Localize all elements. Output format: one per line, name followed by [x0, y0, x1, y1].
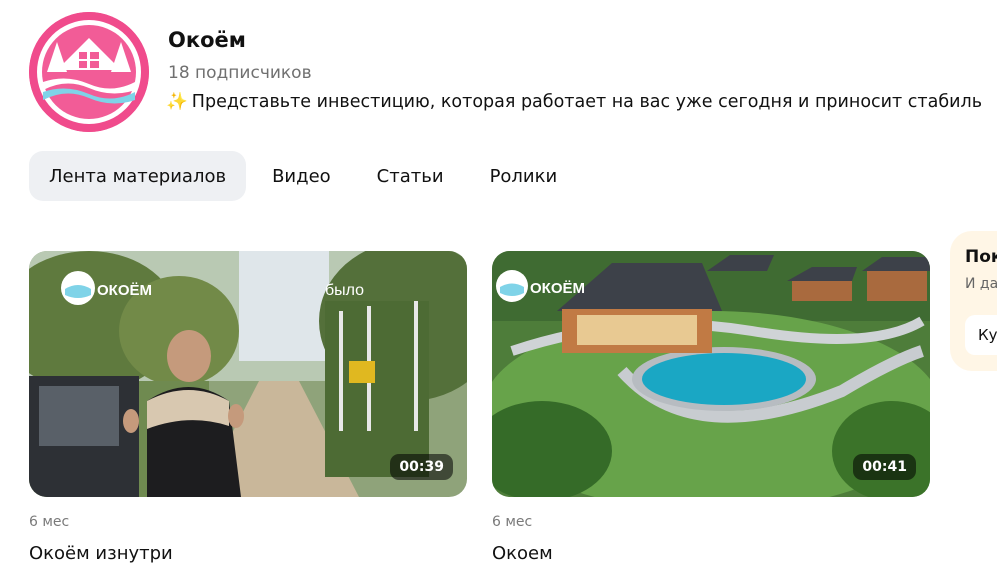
video-thumbnail[interactable]: ОКОЁМ 00:41: [492, 251, 930, 497]
video-title[interactable]: Окоем: [492, 543, 930, 564]
okoem-logo-icon: [29, 12, 149, 132]
video-duration: 00:41: [853, 454, 916, 480]
video-card[interactable]: ОКОЁМ было 00:39 6 мес Окоём изнутри: [29, 251, 467, 564]
video-age: 6 мес: [29, 514, 70, 530]
channel-avatar[interactable]: [29, 12, 149, 132]
channel-description: ✨ Представьте инвестицию, которая работае…: [166, 92, 997, 112]
before-label: было: [325, 282, 364, 299]
channel-header: Окоём 18 подписчиков ✨ Представьте инвест…: [0, 0, 997, 140]
video-card[interactable]: ОКОЁМ 00:41 6 мес Окоем: [492, 251, 930, 564]
channel-description-text: Представьте инвестицию, которая работает…: [191, 92, 983, 112]
video-age: 6 мес: [492, 514, 533, 530]
video-duration: 00:39: [390, 454, 453, 480]
tab-video[interactable]: Видео: [252, 151, 351, 201]
promo-button[interactable]: Ку: [965, 315, 997, 355]
video-thumbnail[interactable]: ОКОЁМ было 00:39: [29, 251, 467, 497]
channel-name[interactable]: Окоём: [168, 28, 246, 52]
subscriber-count: 18 подписчиков: [168, 63, 312, 83]
promo-card[interactable]: Пок И да Ку: [950, 231, 997, 371]
channel-tabs: Лента материалов Видео Статьи Ролики: [29, 151, 577, 201]
video-watermark: ОКОЁМ: [97, 282, 152, 299]
video-watermark: ОКОЁМ: [530, 280, 585, 297]
video-title[interactable]: Окоём изнутри: [29, 543, 467, 564]
tab-articles[interactable]: Статьи: [357, 151, 464, 201]
sparkles-icon: ✨: [166, 92, 188, 112]
promo-text: И да: [965, 276, 997, 292]
promo-title: Пок: [965, 247, 997, 267]
tab-shorts[interactable]: Ролики: [470, 151, 578, 201]
tab-feed[interactable]: Лента материалов: [29, 151, 247, 201]
